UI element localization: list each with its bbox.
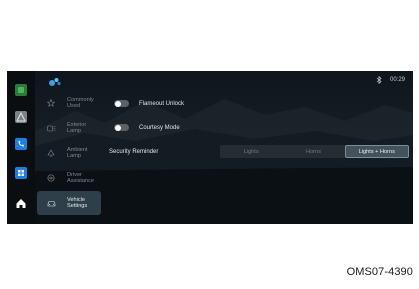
- sidebar-item-label: Vehicle Settings: [67, 196, 88, 209]
- steering-wheel-icon: [45, 172, 57, 184]
- flameout-unlock-toggle[interactable]: [114, 100, 129, 107]
- status-bar: 00:29: [376, 76, 405, 84]
- security-reminder-option-lights-horns[interactable]: Lights + Horns: [344, 145, 409, 158]
- page: 00:29 Commonly Used Exterior Lamp Ambien…: [0, 0, 419, 289]
- sidebar-item-vehicle-settings[interactable]: Vehicle Settings: [37, 191, 101, 215]
- sidebar-item-label: Driver Assistance: [67, 171, 95, 184]
- phone-icon: [15, 138, 27, 150]
- flameout-unlock-row: Flameout Unlock: [114, 100, 184, 107]
- sidebar-item-label: Commonly Used: [67, 96, 94, 109]
- car-icon: [45, 197, 57, 209]
- dock-app-button[interactable]: [15, 84, 27, 96]
- dock-home-button[interactable]: [15, 197, 27, 209]
- brand-logo-icon: [49, 78, 61, 86]
- apps-grid-icon: [15, 167, 27, 179]
- clock-time: 00:29: [389, 77, 405, 83]
- settings-sidebar: Commonly Used Exterior Lamp Ambient Lamp…: [37, 91, 101, 224]
- courtesy-mode-row: Courtesy Mode: [114, 124, 180, 131]
- sidebar-item-label: Exterior Lamp: [67, 121, 87, 134]
- security-reminder-option-lights[interactable]: Lights: [220, 145, 282, 158]
- app-icon: [15, 84, 27, 96]
- sidebar-item-driver-assistance[interactable]: Driver Assistance: [37, 166, 101, 190]
- exterior-lamp-icon: [45, 122, 57, 134]
- security-reminder-selector: Lights Horns Lights + Horns: [220, 145, 409, 158]
- bluetooth-icon: [376, 76, 382, 84]
- navigation-icon: [15, 111, 27, 123]
- star-icon: [45, 97, 57, 109]
- security-reminder-option-horns[interactable]: Horns: [282, 145, 344, 158]
- toggle-knob: [114, 124, 121, 131]
- toggle-knob: [114, 100, 121, 107]
- sidebar-item-label: Ambient Lamp: [67, 146, 88, 159]
- home-icon: [16, 199, 26, 208]
- courtesy-mode-toggle[interactable]: [114, 124, 129, 131]
- dock-apps-button[interactable]: [15, 167, 27, 179]
- dock-phone-button[interactable]: [15, 138, 27, 150]
- dock-navigation-button[interactable]: [15, 111, 27, 123]
- ambient-lamp-icon: [45, 147, 57, 159]
- app-dock: [7, 71, 35, 224]
- courtesy-mode-label: Courtesy Mode: [139, 124, 180, 131]
- infotainment-screen: 00:29 Commonly Used Exterior Lamp Ambien…: [7, 71, 413, 224]
- sidebar-item-commonly-used[interactable]: Commonly Used: [37, 91, 101, 115]
- security-reminder-label: Security Reminder: [109, 149, 159, 155]
- sidebar-item-ambient-lamp[interactable]: Ambient Lamp: [37, 141, 101, 165]
- flameout-unlock-label: Flameout Unlock: [139, 100, 185, 107]
- sidebar-item-exterior-lamp[interactable]: Exterior Lamp: [37, 116, 101, 140]
- figure-code: OMS07-4390: [346, 266, 413, 278]
